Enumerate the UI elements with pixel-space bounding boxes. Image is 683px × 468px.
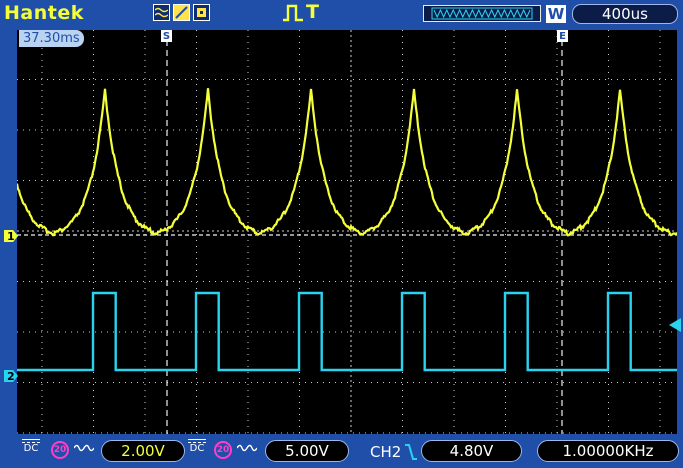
ch2-coupling: DC [188, 439, 206, 454]
wave-mode-icon[interactable] [153, 4, 170, 21]
ch1-trace [17, 88, 677, 237]
ch1-wave-icon [74, 444, 94, 452]
scope-canvas [17, 30, 677, 434]
falling-edge-icon [405, 444, 417, 460]
ch1-level-marker[interactable]: 1 [4, 230, 18, 242]
trigger-level[interactable]: 4.80V [421, 440, 522, 462]
start-marker[interactable]: S [161, 30, 172, 42]
trigger-source[interactable]: CH2 [370, 443, 401, 461]
ch1-bw-limit-icon: 20 [51, 441, 69, 459]
ch1-scale[interactable]: 2.00V [101, 440, 185, 462]
end-marker[interactable]: E [557, 30, 568, 42]
ch1-coupling: DC [22, 439, 40, 454]
memory-depth-bar[interactable] [423, 5, 541, 22]
ch2-level-marker[interactable]: 2 [4, 370, 18, 382]
frequency-readout: 1.00000KHz [537, 440, 679, 462]
persist-mode-icon[interactable] [193, 4, 210, 21]
waveform-display[interactable] [17, 30, 677, 434]
memory-window-badge: W [546, 5, 566, 23]
vector-mode-icon[interactable] [173, 4, 190, 21]
brand-logo: Hantek [4, 2, 84, 24]
pulse-run-icon[interactable] [282, 3, 304, 27]
ch2-bw-limit-icon: 20 [214, 441, 232, 459]
display-mode-group [153, 4, 210, 21]
bottom-status-bar: DC 20 2.00V DC 20 5.00V CH2 4.80V 1.0000… [0, 436, 683, 468]
timebase-readout[interactable]: 400us [572, 4, 678, 24]
graticule [17, 30, 677, 434]
cursor-time-readout: 37.30ms [19, 30, 84, 47]
ch2-scale[interactable]: 5.00V [265, 440, 349, 462]
top-status-bar: Hantek T W 400us [0, 0, 683, 28]
ch2-wave-icon [237, 444, 257, 452]
trigger-glyph: T [306, 1, 319, 23]
